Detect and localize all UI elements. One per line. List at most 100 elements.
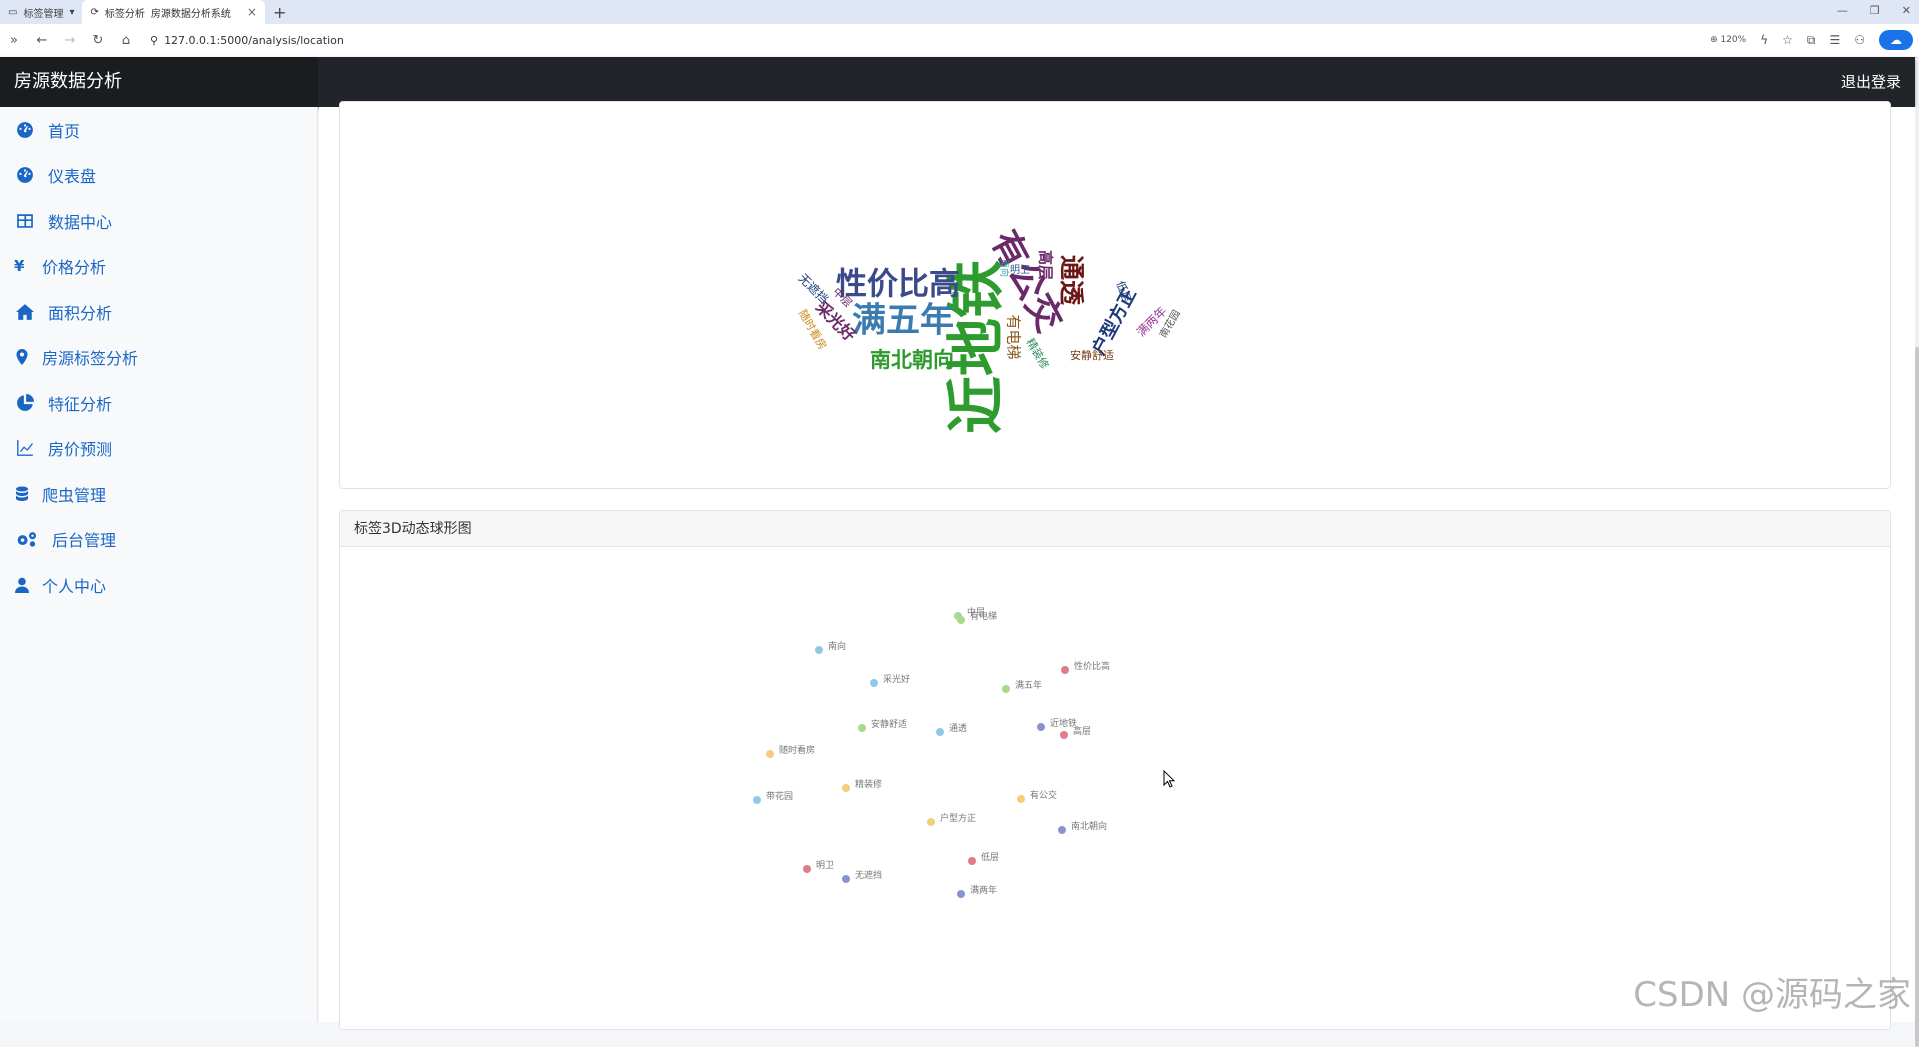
- sphere-point[interactable]: [957, 616, 965, 624]
- lightning-icon[interactable]: ϟ: [1760, 33, 1768, 47]
- browser-tab-active[interactable]: ⟳ 标签分析 房源数据分析系统 ×: [82, 0, 264, 24]
- browser-addressbar: » ← → ↻ ⌂ ⚲ 127.0.0.1:5000/analysis/loca…: [0, 24, 1919, 58]
- sidebar-item-features[interactable]: 特征分析: [0, 380, 317, 426]
- sphere-point[interactable]: [936, 728, 944, 736]
- sphere-label: 带花园: [766, 790, 793, 802]
- sphere-label: 安静舒适: [871, 718, 907, 730]
- wordcloud-word: 安静舒适: [1070, 348, 1114, 362]
- sphere-label: 南向: [828, 640, 846, 652]
- sphere-point[interactable]: [766, 750, 774, 758]
- scrollbar-thumb[interactable]: [1915, 347, 1919, 1047]
- sphere-point[interactable]: [858, 724, 866, 732]
- sphere-point[interactable]: [842, 875, 850, 883]
- menu-icon[interactable]: ☰: [1829, 33, 1840, 47]
- sphere-point[interactable]: [968, 857, 976, 865]
- tab-group-label: 标签管理: [23, 5, 63, 20]
- sidebar-item-prediction[interactable]: 房价预测: [0, 426, 317, 472]
- sphere-point[interactable]: [842, 784, 850, 792]
- sphere-point[interactable]: [803, 865, 811, 873]
- watermark: CSDN @源码之家: [1633, 967, 1911, 1016]
- sphere-label: 南北朝向: [1071, 820, 1107, 832]
- chevron-down-icon: ▾: [69, 7, 74, 18]
- reload-icon[interactable]: ↻: [84, 33, 112, 48]
- profile-icon[interactable]: ⚇: [1854, 33, 1865, 47]
- restore-icon[interactable]: ❐: [1870, 4, 1880, 17]
- tag-wordcloud: 近地铁满五年性价比高有公交南北朝向通透户型方正采光好有电梯高层无遮挡中层随时看房…: [340, 102, 1892, 490]
- sidebar-item-admin[interactable]: 后台管理: [0, 517, 317, 563]
- sidebar-item-label: 个人中心: [42, 573, 106, 597]
- zoom-value: 120%: [1720, 35, 1746, 45]
- wordcloud-word: 明卫: [1010, 264, 1030, 276]
- url-field[interactable]: ⚲ 127.0.0.1:5000/analysis/location: [150, 34, 344, 47]
- sphere-point[interactable]: [1037, 723, 1045, 731]
- map-marker-icon: [14, 348, 30, 366]
- sphere-label: 有电梯: [970, 610, 997, 622]
- line-chart-icon: [14, 439, 36, 457]
- tab-group[interactable]: ▭ 标签管理 ▾: [0, 0, 82, 24]
- sphere-label: 精装修: [855, 778, 882, 790]
- close-window-icon[interactable]: ✕: [1902, 4, 1911, 17]
- browser-tabbar: ▭ 标签管理 ▾ ⟳ 标签分析 房源数据分析系统 × + — ❐ ✕: [0, 0, 1919, 24]
- sidebar-item-profile[interactable]: 个人中心: [0, 562, 317, 608]
- wordcloud-word: 满五年: [852, 301, 954, 341]
- brand-title[interactable]: 房源数据分析: [0, 57, 318, 107]
- sidebar-item-label: 房源标签分析: [42, 345, 138, 369]
- sphere-point[interactable]: [957, 890, 965, 898]
- sphere-point[interactable]: [870, 679, 878, 687]
- database-icon: [14, 485, 30, 503]
- sidebar-item-price[interactable]: ¥ 价格分析: [0, 244, 317, 290]
- search-icon: ⚲: [150, 34, 158, 47]
- sidebar-item-area[interactable]: 面积分析: [0, 289, 317, 335]
- tab-title: 房源数据分析系统: [151, 5, 231, 20]
- logout-link[interactable]: 退出登录: [1841, 57, 1901, 107]
- sidebar-toggle-icon[interactable]: »: [0, 33, 28, 48]
- tag-3d-sphere[interactable]: 中层有电梯南向性价比高采光好满五年安静舒适通透近地铁高层随时看房精装修带花园有公…: [340, 547, 1892, 1031]
- sphere-point[interactable]: [1058, 826, 1066, 834]
- minimize-icon[interactable]: —: [1837, 4, 1848, 17]
- sphere-point[interactable]: [1061, 666, 1069, 674]
- sidebar: 首页 仪表盘 数据中心 ¥ 价格分析 面积分析 房源标签分析 特征分析 房价预测…: [0, 107, 318, 1022]
- zoom-indicator[interactable]: ⊕ 120%: [1710, 35, 1746, 45]
- dashboard-icon: [14, 166, 36, 184]
- close-icon[interactable]: ×: [247, 5, 257, 19]
- sidebar-item-crawler[interactable]: 爬虫管理: [0, 471, 317, 517]
- star-icon[interactable]: ☆: [1782, 33, 1793, 47]
- new-tab-button[interactable]: +: [265, 3, 294, 22]
- wordcloud-word: 无遮挡: [796, 270, 832, 306]
- home-icon: [14, 303, 36, 321]
- forward-icon[interactable]: →: [56, 33, 84, 48]
- sidebar-item-home[interactable]: 首页: [0, 107, 317, 153]
- back-icon[interactable]: ←: [28, 33, 56, 48]
- wordcloud-card: 近地铁满五年性价比高有公交南北朝向通透户型方正采光好有电梯高层无遮挡中层随时看房…: [339, 101, 1891, 489]
- tab-group-icon: ▭: [8, 7, 17, 18]
- sidebar-item-label: 后台管理: [52, 527, 116, 551]
- sidebar-item-label: 特征分析: [48, 391, 112, 415]
- extensions-icon[interactable]: ⧉: [1807, 33, 1816, 48]
- user-icon: [14, 576, 30, 594]
- sphere-point[interactable]: [815, 646, 823, 654]
- cogs-icon: [14, 530, 40, 548]
- sidebar-item-dashboard[interactable]: 仪表盘: [0, 153, 317, 199]
- sidebar-item-label: 价格分析: [42, 254, 106, 278]
- wordcloud-word: 通透: [1057, 255, 1086, 306]
- sphere-label: 有公交: [1030, 789, 1057, 801]
- page-scrollbar[interactable]: [1915, 107, 1919, 1022]
- home-icon[interactable]: ⌂: [112, 33, 140, 48]
- wordcloud-word: 南向: [999, 259, 1011, 277]
- app-header: 房源数据分析 退出登录: [0, 57, 1915, 107]
- sphere-label: 高层: [1073, 725, 1091, 737]
- sphere-label: 户型方正: [940, 812, 976, 824]
- sphere-label: 满两年: [970, 884, 997, 896]
- mouse-cursor-icon: [1163, 770, 1175, 792]
- sphere-point[interactable]: [1002, 685, 1010, 693]
- sidebar-item-label: 面积分析: [48, 300, 112, 324]
- sphere-point[interactable]: [927, 818, 935, 826]
- main-content: 近地铁满五年性价比高有公交南北朝向通透户型方正采光好有电梯高层无遮挡中层随时看房…: [319, 107, 1915, 1022]
- sidebar-item-data-center[interactable]: 数据中心: [0, 198, 317, 244]
- sidebar-item-tags[interactable]: 房源标签分析: [0, 335, 317, 381]
- sphere-point[interactable]: [753, 796, 761, 804]
- refresh-icon: ⟳: [90, 7, 98, 18]
- sphere-point[interactable]: [1017, 795, 1025, 803]
- cloud-icon[interactable]: ☁: [1879, 30, 1913, 50]
- sphere-point[interactable]: [1060, 731, 1068, 739]
